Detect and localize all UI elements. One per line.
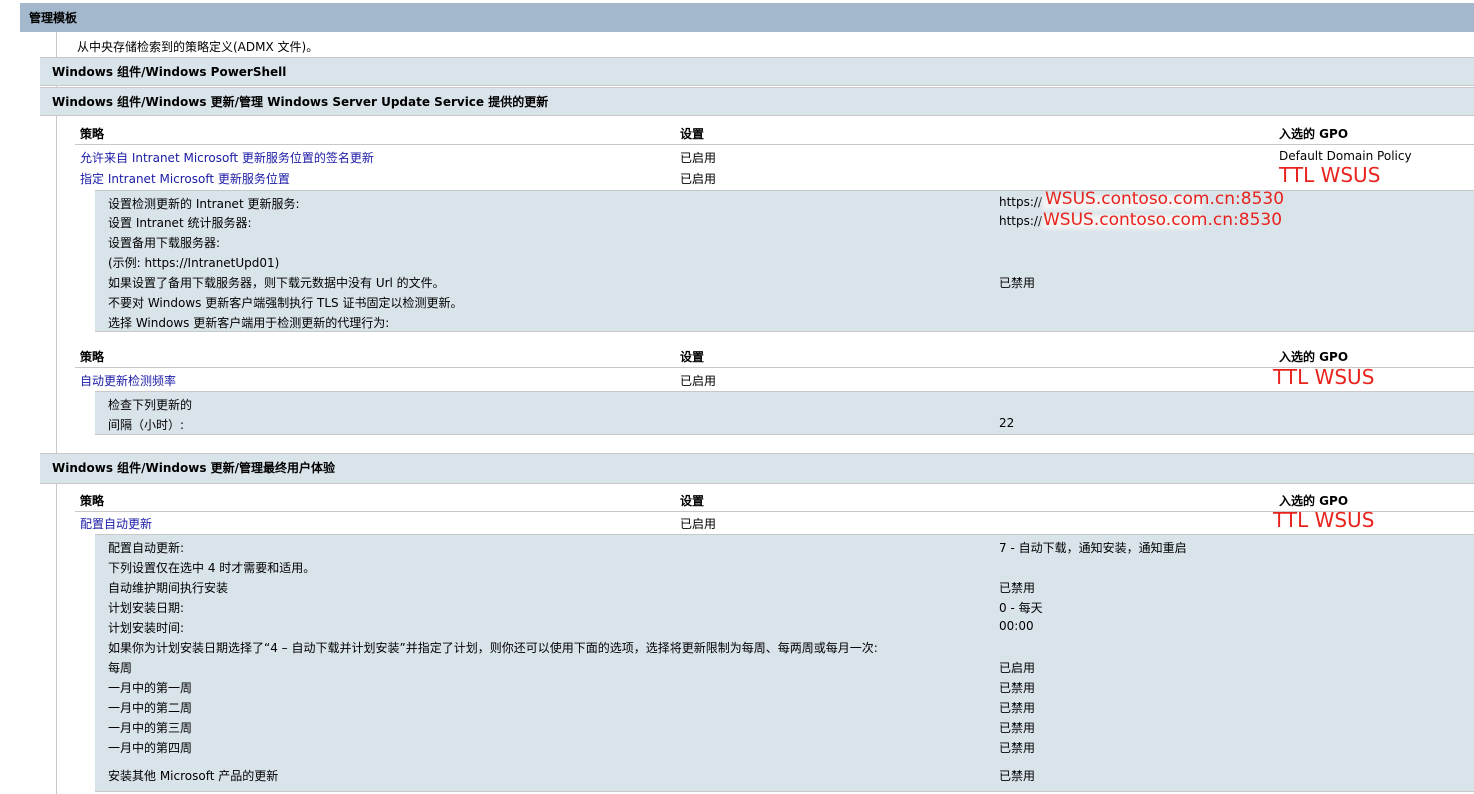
frequency-detail-panel — [95, 391, 1474, 435]
table-header-divider — [75, 144, 1474, 145]
detail-value: https:// — [999, 214, 1043, 228]
section-powershell-title: Windows 组件/Windows PowerShell — [52, 65, 287, 79]
detail-label: 如果设置了备用下载服务器，则下载元数据中没有 Url 的文件。 — [108, 276, 445, 290]
section-enduser-title: Windows 组件/Windows 更新/管理最终用户体验 — [52, 461, 336, 475]
detail-label: 安装其他 Microsoft 产品的更新 — [108, 769, 279, 783]
detail-label: 计划安装日期: — [108, 601, 185, 615]
section-wsus-title: Windows 组件/Windows 更新/管理 Windows Server … — [52, 95, 549, 109]
policy-gpo: Default Domain Policy — [1279, 149, 1412, 163]
admin-templates-title: 管理模板 — [29, 11, 78, 25]
detail-value: 已禁用 — [999, 769, 1036, 783]
col-gpo: 入选的 GPO — [1279, 350, 1349, 364]
detail-label: 一月中的第三周 — [108, 721, 193, 735]
tree-line — [56, 32, 57, 794]
detail-value: 0 - 每天 — [999, 601, 1043, 615]
detail-label: 设置检测更新的 Intranet 更新服务: — [108, 197, 300, 211]
detail-label: 一月中的第一周 — [108, 681, 193, 695]
server-url-annotation: WSUS.contoso.com.cn:8530 — [1043, 210, 1283, 230]
table-header-divider — [75, 367, 1474, 368]
col-setting: 设置 — [680, 350, 705, 364]
policy-gpo-annotation: TTL WSUS — [1279, 163, 1381, 187]
detail-label: 配置自动更新: — [108, 541, 185, 555]
detail-label: 一月中的第四周 — [108, 741, 193, 755]
detail-value: 已禁用 — [999, 721, 1036, 735]
policy-gpo-annotation: TTL WSUS — [1273, 508, 1375, 532]
detail-value: 已禁用 — [999, 701, 1036, 715]
detail-value: 7 - 自动下载，通知安装，通知重启 — [999, 541, 1187, 555]
col-policy: 策略 — [80, 127, 105, 141]
detail-label: 间隔（小时）: — [108, 418, 185, 432]
policy-link-detection-frequency[interactable]: 自动更新检测频率 — [80, 372, 176, 389]
detail-label: (示例: https://IntranetUpd01) — [108, 256, 280, 270]
detail-label: 设置 Intranet 统计服务器: — [108, 216, 252, 230]
policy-gpo-annotation: TTL WSUS — [1273, 365, 1375, 389]
policy-link-intranet-location[interactable]: 指定 Intranet Microsoft 更新服务位置 — [80, 170, 290, 187]
detail-label: 下列设置仅在选中 4 时才需要和适用。 — [108, 561, 316, 575]
admin-templates-header[interactable] — [20, 3, 1474, 32]
detail-value: 已禁用 — [999, 276, 1036, 290]
detail-value: 00:00 — [999, 619, 1034, 633]
detail-label: 如果你为计划安装日期选择了“4 – 自动下载并计划安装”并指定了计划，则你还可以… — [108, 641, 878, 655]
detail-label: 设置备用下载服务器: — [108, 236, 221, 250]
detail-label: 计划安装时间: — [108, 621, 185, 635]
admx-description: 从中央存储检索到的策略定义(ADMX 文件)。 — [77, 40, 319, 54]
col-gpo: 入选的 GPO — [1279, 494, 1349, 508]
col-setting: 设置 — [680, 127, 705, 141]
col-policy: 策略 — [80, 494, 105, 508]
policy-state: 已启用 — [680, 172, 717, 186]
col-policy: 策略 — [80, 350, 105, 364]
detail-label: 检查下列更新的 — [108, 398, 193, 412]
col-setting: 设置 — [680, 494, 705, 508]
server-url-annotation: WSUS.contoso.com.cn:8530 — [1045, 189, 1285, 209]
detail-value: 已禁用 — [999, 681, 1036, 695]
policy-state: 已启用 — [680, 517, 717, 531]
detail-label: 每周 — [108, 661, 133, 675]
detail-label: 不要对 Windows 更新客户端强制执行 TLS 证书固定以检测更新。 — [108, 296, 463, 310]
detail-label: 自动维护期间执行安装 — [108, 581, 229, 595]
col-gpo: 入选的 GPO — [1279, 127, 1349, 141]
policy-link-configure-auto-updates[interactable]: 配置自动更新 — [80, 515, 152, 532]
policy-state: 已启用 — [680, 151, 717, 165]
detail-value: 22 — [999, 416, 1015, 430]
detail-label: 选择 Windows 更新客户端用于检测更新的代理行为: — [108, 316, 390, 330]
policy-link-signed-updates[interactable]: 允许来自 Intranet Microsoft 更新服务位置的签名更新 — [80, 149, 374, 166]
detail-value: 已启用 — [999, 661, 1036, 675]
detail-value: 已禁用 — [999, 581, 1036, 595]
table-header-divider — [75, 511, 1474, 512]
detail-value: 已禁用 — [999, 741, 1036, 755]
detail-value: https:// — [999, 195, 1043, 209]
policy-state: 已启用 — [680, 374, 717, 388]
detail-label: 一月中的第二周 — [108, 701, 193, 715]
